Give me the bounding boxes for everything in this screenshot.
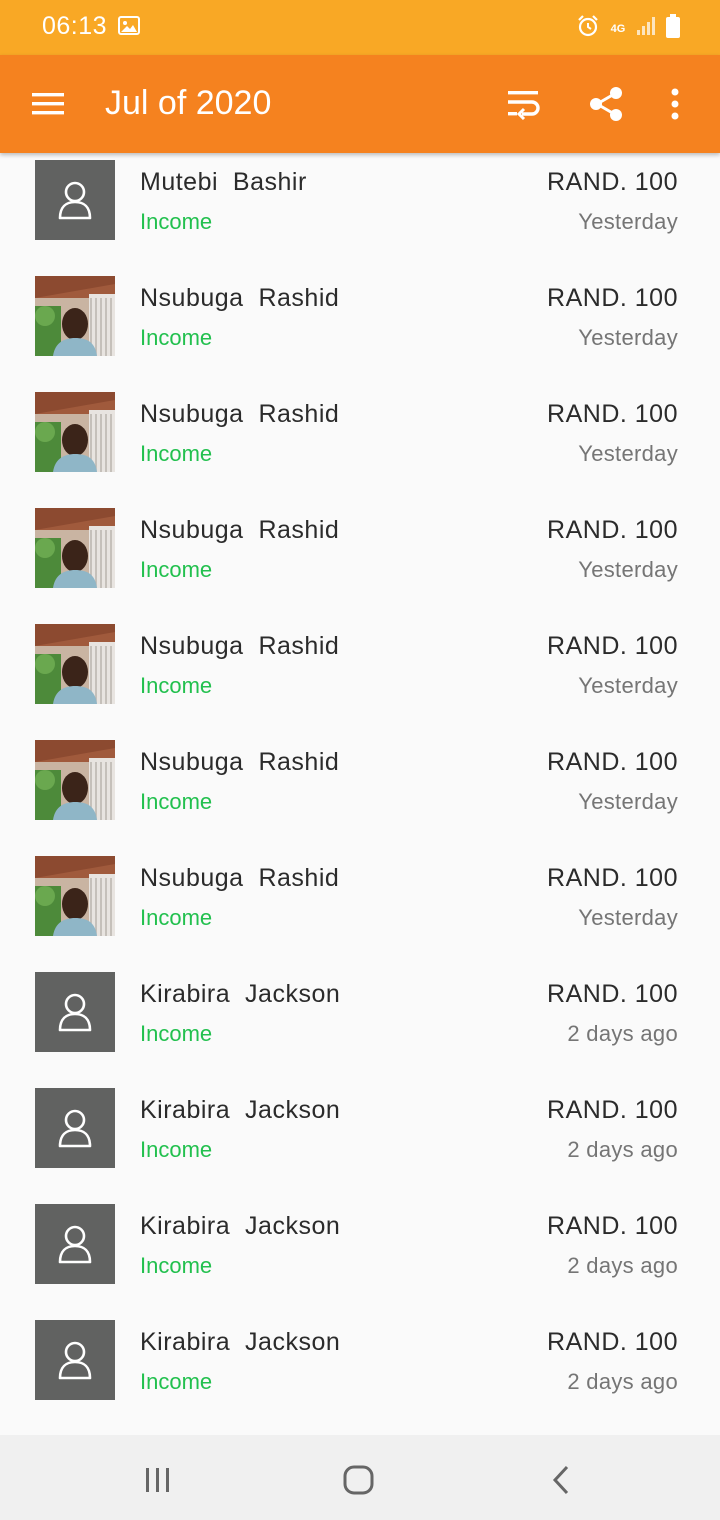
transaction-date: Yesterday xyxy=(578,441,678,466)
payer-name: Nsubuga Rashid xyxy=(140,748,340,776)
transaction-amount: RAND. 100 xyxy=(547,1096,678,1124)
system-nav-bar xyxy=(0,1435,720,1520)
transaction-row[interactable]: Kirabira Jackson Income RAND. 100 2 days… xyxy=(0,1081,720,1197)
transaction-row[interactable]: Nsubuga Rashid Income RAND. 100 Yesterda… xyxy=(0,385,720,501)
avatar xyxy=(35,856,115,936)
alarm-icon xyxy=(576,14,600,43)
avatar xyxy=(35,160,115,240)
back-icon[interactable] xyxy=(550,1465,572,1500)
payer-name: Nsubuga Rashid xyxy=(140,516,340,544)
avatar xyxy=(35,624,115,704)
transaction-date: Yesterday xyxy=(578,325,678,350)
transaction-amount: RAND. 100 xyxy=(547,980,678,1008)
user-photo-icon xyxy=(35,624,115,704)
transaction-list[interactable]: Mutebi Bashir Income RAND. 100 Yesterday… xyxy=(0,153,720,1435)
app-bar: Jul of 2020 xyxy=(0,55,720,153)
payer-name: Kirabira Jackson xyxy=(140,1328,341,1356)
transaction-amount: RAND. 100 xyxy=(547,1212,678,1240)
transaction-row[interactable]: Nsubuga Rashid Income RAND. 100 Yesterda… xyxy=(0,501,720,617)
payer-name: Nsubuga Rashid xyxy=(140,864,340,892)
battery-icon xyxy=(666,14,680,43)
transaction-amount: RAND. 100 xyxy=(547,516,678,544)
person-icon xyxy=(58,1341,92,1380)
transaction-type: Income xyxy=(140,1253,213,1278)
transaction-amount: RAND. 100 xyxy=(547,168,678,196)
user-photo-icon xyxy=(35,392,115,472)
status-icons: 4G xyxy=(576,14,680,43)
transaction-type: Income xyxy=(140,209,213,234)
avatar xyxy=(35,1320,115,1400)
transaction-type: Income xyxy=(140,1369,213,1394)
transaction-row[interactable]: Nsubuga Rashid Income RAND. 100 Yesterda… xyxy=(0,849,720,965)
transaction-type: Income xyxy=(140,905,213,930)
avatar xyxy=(35,276,115,356)
avatar xyxy=(35,1088,115,1168)
sort-icon[interactable] xyxy=(506,88,540,125)
transaction-row[interactable]: Kirabira Jackson Income RAND. 100 2 days… xyxy=(0,1197,720,1313)
transaction-date: Yesterday xyxy=(578,557,678,582)
transaction-type: Income xyxy=(140,325,213,350)
transaction-row[interactable]: Nsubuga Rashid Income RAND. 100 Yesterda… xyxy=(0,617,720,733)
person-icon xyxy=(58,1225,92,1264)
transaction-amount: RAND. 100 xyxy=(547,1328,678,1356)
status-time: 06:13 xyxy=(42,12,108,40)
avatar xyxy=(35,508,115,588)
page-title: Jul of 2020 xyxy=(105,84,272,122)
transaction-amount: RAND. 100 xyxy=(547,400,678,428)
payer-name: Kirabira Jackson xyxy=(140,1096,341,1124)
avatar xyxy=(35,1204,115,1284)
person-icon xyxy=(58,181,92,220)
transaction-amount: RAND. 100 xyxy=(547,284,678,312)
payer-name: Kirabira Jackson xyxy=(140,980,341,1008)
avatar xyxy=(35,392,115,472)
transaction-amount: RAND. 100 xyxy=(547,632,678,660)
transaction-date: 2 days ago xyxy=(567,1021,678,1046)
transaction-type: Income xyxy=(140,557,213,582)
avatar xyxy=(35,740,115,820)
transaction-type: Income xyxy=(140,789,213,814)
transaction-amount: RAND. 100 xyxy=(547,864,678,892)
user-photo-icon xyxy=(35,856,115,936)
transaction-type: Income xyxy=(140,1137,213,1162)
transaction-date: 2 days ago xyxy=(567,1369,678,1394)
menu-icon[interactable] xyxy=(32,91,66,117)
recents-icon[interactable] xyxy=(144,1467,172,1498)
payer-name: Nsubuga Rashid xyxy=(140,284,340,312)
transaction-amount: RAND. 100 xyxy=(547,748,678,776)
transaction-date: Yesterday xyxy=(578,789,678,814)
signal-icon xyxy=(636,16,656,41)
network-type-label: 4G xyxy=(610,22,626,35)
user-photo-icon xyxy=(35,276,115,356)
transaction-type: Income xyxy=(140,441,213,466)
transaction-date: Yesterday xyxy=(578,673,678,698)
avatar xyxy=(35,972,115,1052)
transaction-type: Income xyxy=(140,1021,213,1046)
home-icon[interactable] xyxy=(343,1465,375,1500)
payer-name: Kirabira Jackson xyxy=(140,1212,341,1240)
payer-name: Nsubuga Rashid xyxy=(140,400,340,428)
transaction-row[interactable]: Mutebi Bashir Income RAND. 100 Yesterday xyxy=(0,153,720,269)
transaction-date: 2 days ago xyxy=(567,1137,678,1162)
transaction-row[interactable]: Kirabira Jackson Income RAND. 100 2 days… xyxy=(0,965,720,1081)
share-icon[interactable] xyxy=(589,86,623,127)
more-vert-icon[interactable] xyxy=(670,88,680,125)
person-icon xyxy=(58,1109,92,1148)
transaction-date: 2 days ago xyxy=(567,1253,678,1278)
payer-name: Nsubuga Rashid xyxy=(140,632,340,660)
transaction-date: Yesterday xyxy=(578,209,678,234)
user-photo-icon xyxy=(35,740,115,820)
transaction-row[interactable]: Nsubuga Rashid Income RAND. 100 Yesterda… xyxy=(0,269,720,385)
transaction-date: Yesterday xyxy=(578,905,678,930)
transaction-row[interactable]: Kirabira Jackson Income RAND. 100 2 days… xyxy=(0,1313,720,1429)
gallery-icon xyxy=(118,16,140,41)
user-photo-icon xyxy=(35,508,115,588)
person-icon xyxy=(58,993,92,1032)
transaction-type: Income xyxy=(140,673,213,698)
payer-name: Mutebi Bashir xyxy=(140,168,307,196)
transaction-row[interactable]: Nsubuga Rashid Income RAND. 100 Yesterda… xyxy=(0,733,720,849)
status-bar: 06:13 4G xyxy=(0,0,720,55)
